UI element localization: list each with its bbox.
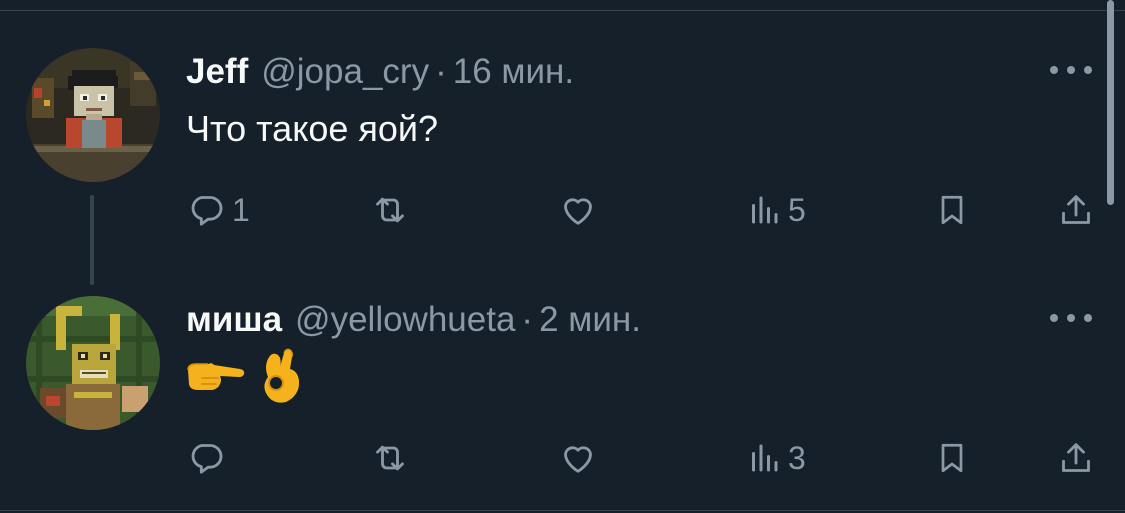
bookmark-icon (941, 443, 963, 473)
reply-button[interactable] (186, 436, 232, 480)
like-button[interactable] (558, 188, 604, 232)
retweet-button[interactable] (370, 188, 416, 232)
tweet-text (184, 346, 302, 406)
more-icon-dot (1067, 314, 1075, 322)
views-icon (752, 196, 778, 224)
reply-button[interactable]: 1 (186, 188, 250, 232)
bottom-divider (0, 510, 1125, 511)
more-button[interactable] (1048, 60, 1094, 80)
bookmark-button[interactable] (934, 188, 970, 232)
reply-count: 1 (232, 192, 250, 228)
pointing-right-emoji-icon (187, 363, 245, 390)
tweet-text: Что такое яой? (186, 108, 439, 149)
more-icon-dot (1084, 314, 1092, 322)
pixel-art-character-avatar (26, 48, 160, 182)
more-icon-dot (1050, 314, 1058, 322)
pixel-art-yellow-rabbit-avatar (26, 296, 160, 430)
timestamp[interactable]: 2 мин. (539, 300, 641, 340)
views-icon (752, 444, 778, 472)
views-button[interactable]: 3 (746, 436, 806, 480)
bookmark-icon (941, 195, 963, 225)
retweet-icon (376, 445, 404, 471)
user-handle[interactable]: @yellowhueta (295, 300, 515, 340)
reply-icon (191, 444, 223, 474)
scrollbar[interactable] (1107, 0, 1114, 205)
avatar[interactable] (26, 296, 160, 430)
share-button[interactable] (1056, 188, 1096, 232)
top-divider (0, 10, 1125, 11)
more-button[interactable] (1048, 308, 1094, 328)
tweet-actions: 1 5 (0, 188, 1125, 232)
bookmark-button[interactable] (934, 436, 970, 480)
avatar[interactable] (26, 48, 160, 182)
share-button[interactable] (1056, 436, 1096, 480)
tweet-header: Jeff @jopa_cry · 16 мин. (186, 52, 574, 96)
views-count: 5 (788, 192, 806, 228)
user-handle[interactable]: @jopa_cry (261, 52, 429, 92)
reply-icon (191, 196, 223, 226)
tweet-actions: 3 (0, 436, 1125, 480)
more-icon-dot (1084, 66, 1092, 74)
more-icon-dot (1067, 66, 1075, 74)
share-icon (1062, 443, 1090, 472)
heart-icon (564, 446, 592, 473)
more-icon-dot (1050, 66, 1058, 74)
retweet-icon (376, 197, 404, 223)
retweet-button[interactable] (370, 436, 416, 480)
share-icon (1062, 195, 1090, 224)
thread-view: Jeff @jopa_cry · 16 мин. Что такое яой? … (0, 0, 1125, 513)
separator-dot: · (435, 52, 447, 91)
ok-hand-emoji-icon (264, 348, 300, 403)
views-button[interactable]: 5 (746, 188, 806, 232)
heart-icon (564, 198, 592, 225)
views-count: 3 (788, 440, 806, 476)
display-name[interactable]: миша (186, 300, 282, 340)
separator-dot: · (521, 300, 534, 339)
like-button[interactable] (558, 436, 604, 480)
timestamp[interactable]: 16 мин. (453, 52, 574, 92)
tweet-header: миша @yellowhueta · 2 мин. (186, 300, 641, 344)
display-name[interactable]: Jeff (186, 52, 248, 92)
